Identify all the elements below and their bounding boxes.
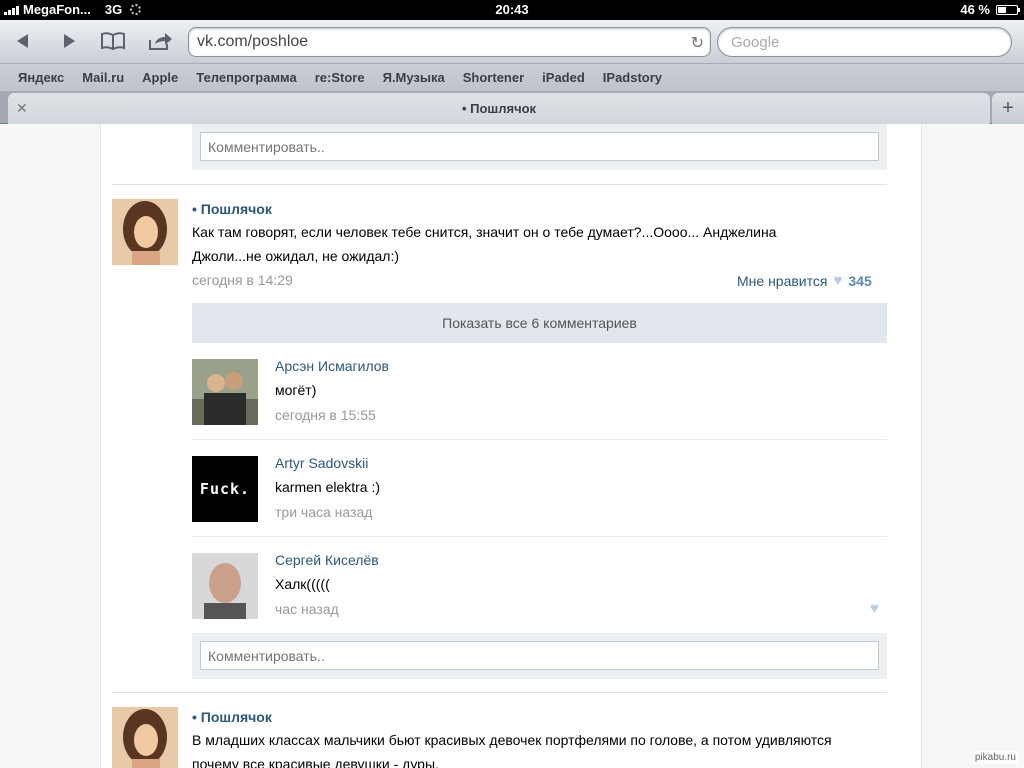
bookmark-item[interactable]: Я.Музыка: [383, 70, 445, 85]
forward-arrow-icon: [64, 34, 75, 48]
close-tab-icon[interactable]: ✕: [16, 100, 28, 117]
plus-icon: +: [1002, 97, 1014, 119]
heart-icon: ♥: [833, 272, 843, 289]
bookmarks-bar: Яндекс Mail.ru Apple Телепрограмма re:St…: [0, 64, 1024, 91]
comment-input[interactable]: [200, 641, 879, 670]
new-tab-button[interactable]: +: [992, 93, 1024, 124]
bookmark-item[interactable]: Яндекс: [18, 70, 64, 85]
comment-date[interactable]: три часа назад: [275, 504, 372, 520]
signal-icon: [4, 5, 19, 15]
bookmark-item[interactable]: re:Store: [315, 70, 365, 85]
forward-button[interactable]: [54, 28, 84, 54]
post-text: Как там говорят, если человек тебе снитс…: [192, 224, 777, 264]
web-page: • Пошлячок Как там говорят, если человек…: [0, 124, 1024, 768]
status-bar: MegaFon... 3G 20:43 46 %: [0, 0, 1024, 20]
comment-separator: [192, 536, 887, 537]
comment-input[interactable]: [200, 132, 879, 161]
avatar-text: Fuck.: [199, 480, 251, 498]
comment-date[interactable]: сегодня в 15:55: [275, 407, 376, 423]
feed: • Пошлячок Как там говорят, если человек…: [100, 124, 922, 768]
comment-avatar[interactable]: [192, 553, 258, 619]
post-author[interactable]: • Пошлячок: [192, 201, 272, 217]
show-all-label: Показать все 6 комментариев: [442, 315, 637, 331]
activity-spinner-icon: [130, 4, 142, 15]
share-button[interactable]: [145, 28, 175, 54]
bookmark-item[interactable]: Shortener: [463, 70, 524, 85]
tab-title: • Пошлячок: [461, 101, 537, 116]
bookmark-item[interactable]: Apple: [142, 70, 178, 85]
comment-separator: [192, 439, 887, 440]
network-type: 3G: [104, 2, 123, 17]
avatar-photo-icon: [112, 199, 178, 265]
comment-author[interactable]: Сергей Киселёв: [275, 552, 379, 568]
like-button[interactable]: Мне нравится ♥ 345: [737, 272, 872, 289]
like-label: Мне нравится: [737, 272, 828, 289]
back-button[interactable]: [8, 28, 38, 54]
battery-icon: [996, 4, 1020, 15]
comment-text: karmen elektra :): [275, 479, 381, 495]
tab-bar: ✕ • Пошлячок +: [0, 91, 1024, 124]
post-separator: [112, 184, 887, 185]
post-date[interactable]: сегодня в 14:29: [192, 272, 293, 288]
comment-box: [192, 633, 887, 679]
post-text: В младших классах мальчики бьют красивых…: [192, 732, 832, 768]
browser-toolbar: vk.com/poshloe ↻ Google: [0, 20, 1024, 64]
clock: 20:43: [495, 2, 529, 17]
bookmark-item[interactable]: Mail.ru: [82, 70, 124, 85]
book-icon: [101, 32, 125, 51]
bookmark-item[interactable]: Телепрограмма: [196, 70, 296, 85]
comment-text: могёт): [275, 382, 317, 398]
reload-icon[interactable]: ↻: [691, 33, 704, 53]
avatar[interactable]: [112, 199, 178, 265]
comment-avatar[interactable]: [192, 359, 258, 425]
comment-text: Халк(((((: [275, 576, 330, 592]
battery-percent: 46 %: [960, 2, 990, 17]
comment-author[interactable]: Арсэн Исмагилов: [275, 358, 389, 374]
avatar-photo-icon: [192, 553, 258, 619]
show-all-comments-button[interactable]: Показать все 6 комментариев: [192, 303, 887, 343]
comment-like-heart-icon[interactable]: ♥: [870, 600, 879, 617]
bookmark-item[interactable]: iPaded: [542, 70, 585, 85]
share-icon: [149, 33, 172, 50]
avatar[interactable]: [112, 707, 178, 768]
search-input[interactable]: Google: [717, 27, 1012, 57]
carrier-name: MegaFon...: [23, 2, 91, 17]
comment-avatar[interactable]: Fuck.: [192, 456, 258, 522]
post-separator: [112, 692, 887, 693]
bookmark-item[interactable]: IPadstory: [603, 70, 662, 85]
active-tab[interactable]: ✕ • Пошлячок: [8, 93, 990, 124]
like-count: 345: [848, 272, 872, 289]
bookmarks-button[interactable]: [98, 28, 128, 54]
address-bar[interactable]: vk.com/poshloe ↻: [188, 27, 711, 57]
comment-author[interactable]: Artyr Sadovskii: [275, 455, 368, 471]
avatar-photo-icon: [192, 359, 258, 425]
watermark: pikabu.ru: [972, 751, 1018, 764]
comment-date[interactable]: час назад: [275, 601, 339, 617]
url-text: vk.com/poshloe: [197, 33, 309, 50]
search-placeholder: Google: [731, 33, 780, 51]
avatar-photo-icon: [112, 707, 178, 768]
post-author[interactable]: • Пошлячок: [192, 709, 272, 725]
comment-box: [192, 124, 887, 170]
back-arrow-icon: [17, 34, 28, 48]
